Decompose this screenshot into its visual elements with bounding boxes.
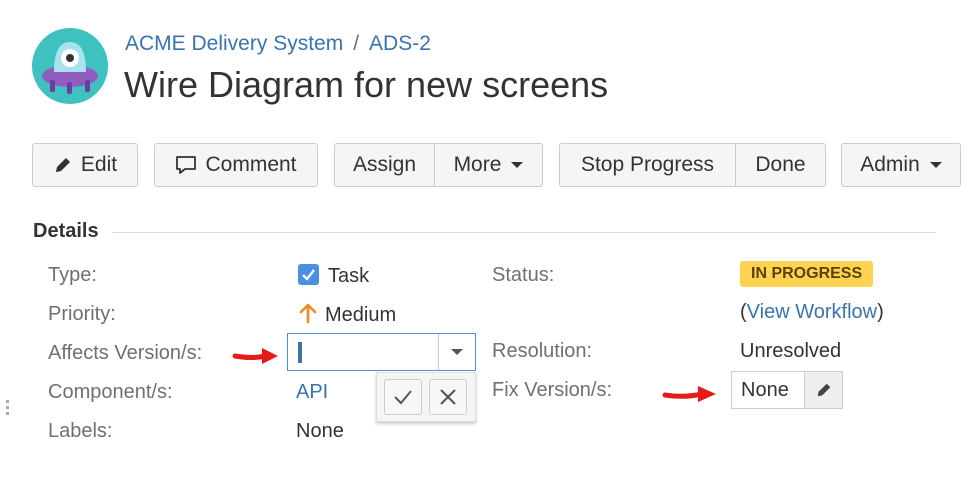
- admin-button[interactable]: Admin: [841, 143, 961, 187]
- resolution-label: Resolution:: [492, 340, 593, 362]
- chevron-down-icon: [929, 162, 942, 168]
- affects-version-label: Affects Version/s:: [48, 342, 203, 364]
- component-label: Component/s:: [48, 381, 173, 403]
- more-button-label: More: [453, 153, 502, 176]
- breadcrumb-issue-key-link[interactable]: ADS-2: [369, 32, 431, 55]
- type-label: Type:: [48, 264, 97, 286]
- edit-button[interactable]: Edit: [32, 143, 138, 187]
- project-avatar[interactable]: [32, 28, 108, 104]
- chevron-down-icon: [511, 162, 524, 168]
- affects-version-dropdown-toggle[interactable]: [438, 334, 475, 370]
- chevron-down-icon: [451, 349, 463, 355]
- breadcrumb-separator: /: [353, 32, 360, 55]
- priority-label: Priority:: [48, 303, 116, 325]
- stop-progress-button-label: Stop Progress: [580, 153, 715, 176]
- admin-button-label: Admin: [860, 153, 920, 176]
- task-type-icon: [298, 264, 319, 285]
- issue-title[interactable]: Wire Diagram for new screens: [124, 64, 608, 106]
- pencil-icon: [817, 383, 830, 397]
- breadcrumb: ACME Delivery System / ADS-2: [125, 32, 431, 56]
- fix-version-value: None: [741, 379, 789, 401]
- resize-handle-icon[interactable]: [6, 400, 10, 418]
- details-heading: Details: [33, 220, 99, 242]
- priority-medium-icon: [299, 303, 317, 329]
- edit-button-label: Edit: [80, 153, 118, 176]
- fix-version-label: Fix Version/s:: [492, 379, 613, 401]
- done-button[interactable]: Done: [736, 143, 826, 187]
- component-value-link[interactable]: API: [296, 381, 328, 404]
- check-icon: [394, 390, 412, 405]
- labels-label: Labels:: [48, 420, 113, 442]
- inline-edit-cancel-button[interactable]: [429, 379, 467, 415]
- inline-edit-save-options: [376, 372, 476, 422]
- workflow-open-paren: (: [740, 301, 747, 323]
- close-icon: [440, 389, 456, 405]
- view-workflow: (View Workflow): [740, 301, 884, 324]
- fix-version-field[interactable]: None: [731, 371, 843, 409]
- assign-button-label: Assign: [352, 153, 417, 176]
- type-value: Task: [298, 264, 369, 288]
- status-badge: IN PROGRESS: [740, 261, 874, 287]
- inline-edit-save-button[interactable]: [384, 379, 422, 415]
- annotation-arrow-fix-icon: [662, 386, 716, 402]
- resolution-value: Unresolved: [740, 340, 842, 362]
- done-button-label: Done: [755, 153, 806, 176]
- pencil-icon: [53, 155, 73, 175]
- breadcrumb-project-link[interactable]: ACME Delivery System: [125, 32, 343, 55]
- annotation-arrow-affects-icon: [232, 348, 278, 364]
- workflow-close-paren: ): [877, 301, 884, 323]
- priority-value-text: Medium: [325, 304, 397, 326]
- stop-progress-button[interactable]: Stop Progress: [559, 143, 736, 187]
- fix-version-edit-button[interactable]: [804, 372, 842, 408]
- type-value-text: Task: [328, 265, 370, 287]
- comment-button[interactable]: Comment: [154, 143, 318, 187]
- status-label: Status:: [492, 264, 555, 286]
- text-cursor: [298, 342, 302, 363]
- comment-icon: [175, 154, 197, 176]
- details-divider: [112, 232, 936, 233]
- priority-value[interactable]: Medium: [299, 303, 396, 329]
- assign-button[interactable]: Assign: [334, 143, 435, 187]
- labels-value[interactable]: None: [296, 420, 344, 443]
- view-workflow-link[interactable]: View Workflow: [747, 301, 877, 323]
- comment-button-label: Comment: [205, 153, 297, 176]
- more-button[interactable]: More: [435, 143, 543, 187]
- affects-version-input[interactable]: [287, 333, 476, 371]
